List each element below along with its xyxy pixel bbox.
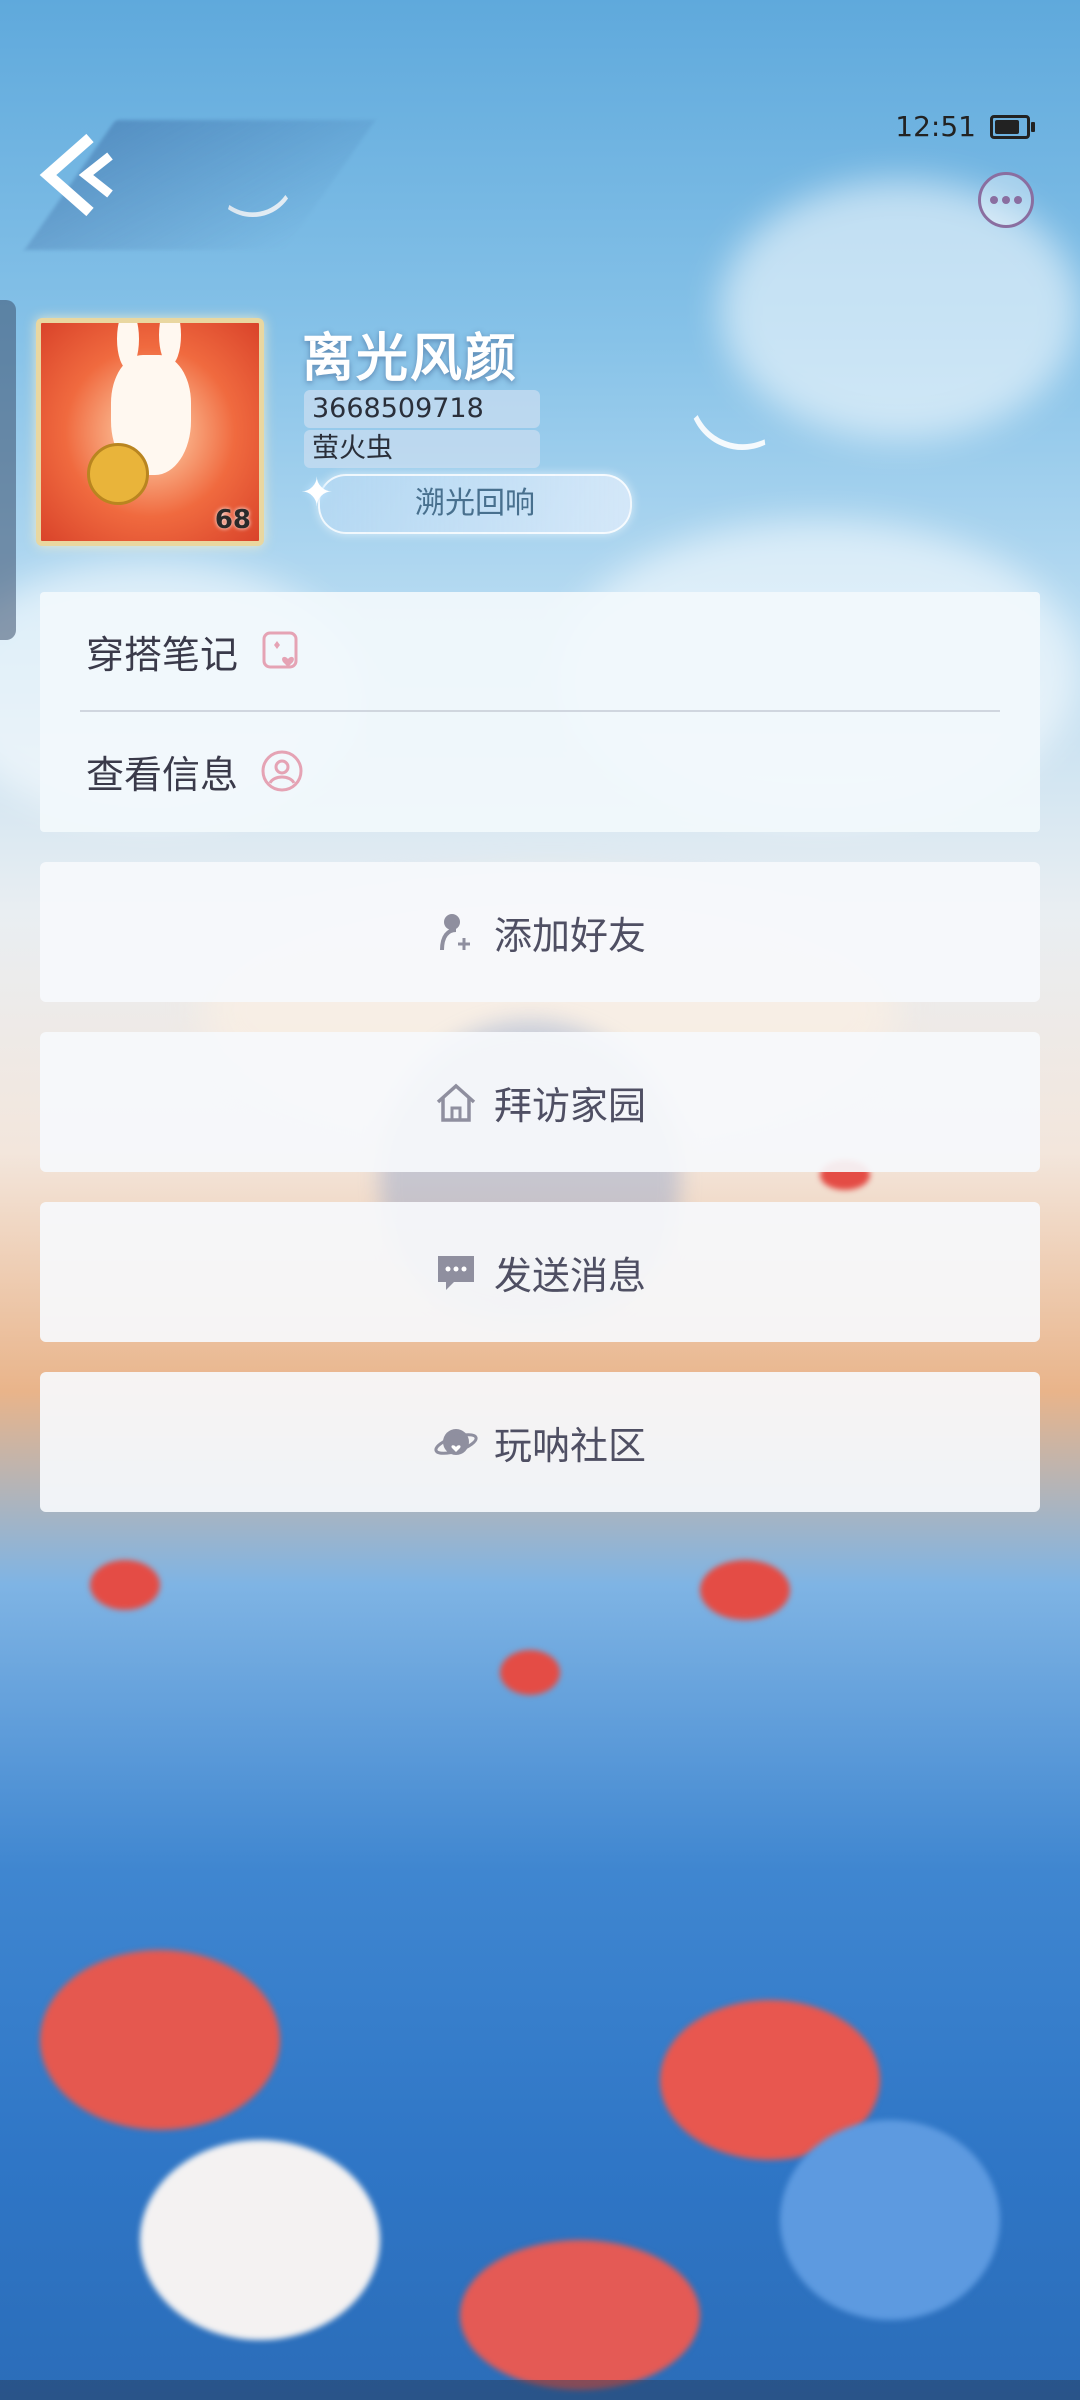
player-title: 萤火虫 <box>304 430 540 468</box>
community-planet-icon <box>434 1429 478 1455</box>
action-label: 玩呐社区 <box>493 1423 646 1468</box>
menu-item-view-info[interactable]: 查看信息 <box>40 712 1040 830</box>
sparkle-icon: ✦ <box>300 470 334 516</box>
battery-level <box>995 119 1019 134</box>
profile-menu-card: 穿搭笔记 查看信息 <box>40 592 1040 832</box>
home-icon <box>436 1083 476 1122</box>
more-options-button[interactable] <box>978 172 1034 228</box>
add-friend-icon <box>439 914 470 951</box>
status-bar: 12:51 <box>895 110 1035 143</box>
bottom-edge-bar <box>0 2380 1080 2400</box>
action-label: 发送消息 <box>493 1253 646 1298</box>
bird-silhouette: ︶ <box>664 406 772 522</box>
more-dot-icon <box>1014 196 1022 204</box>
outfit-notes-icon <box>262 631 298 669</box>
menu-item-label: 查看信息 <box>86 752 239 797</box>
flower <box>700 1560 790 1620</box>
rabbit-ear <box>117 323 139 369</box>
player-uid: 3668509718 <box>304 390 540 428</box>
profile-info-icon <box>261 750 303 792</box>
flower <box>40 1950 280 2130</box>
side-drawer-handle[interactable] <box>0 300 16 640</box>
more-dot-icon <box>990 196 998 204</box>
avatar-level: 68 <box>214 505 251 535</box>
player-name: 离光风颜 <box>302 329 519 389</box>
menu-item-outfit-notes[interactable]: 穿搭笔记 <box>40 592 1040 710</box>
rabbit-ear <box>159 323 181 365</box>
menu-item-label: 穿搭笔记 <box>86 632 239 677</box>
achievement-badge[interactable]: 溯光回响 <box>318 474 632 534</box>
flower <box>780 2120 1000 2320</box>
status-time: 12:51 <box>895 110 976 143</box>
action-label: 添加好友 <box>493 913 646 958</box>
send-message-button[interactable]: 发送消息 <box>40 1202 1040 1342</box>
add-friend-button[interactable]: 添加好友 <box>40 862 1040 1002</box>
community-button[interactable]: 玩呐社区 <box>40 1372 1040 1512</box>
visit-home-button[interactable]: 拜访家园 <box>40 1032 1040 1172</box>
flower <box>90 1560 160 1610</box>
message-icon <box>437 1256 474 1290</box>
chevron-left-icon <box>39 133 113 217</box>
battery-icon <box>990 114 1035 139</box>
avatar[interactable]: 68 <box>36 318 264 546</box>
back-button[interactable] <box>38 130 128 220</box>
more-dot-icon <box>1002 196 1010 204</box>
flower <box>500 1650 560 1695</box>
action-label: 拜访家园 <box>493 1083 646 1128</box>
flower <box>460 2240 700 2390</box>
flower <box>140 2140 380 2340</box>
mooncake-art <box>87 443 149 505</box>
profile-screen: ︶ ︶ 12:51 68 离光风颜 36685 <box>0 0 1080 2400</box>
